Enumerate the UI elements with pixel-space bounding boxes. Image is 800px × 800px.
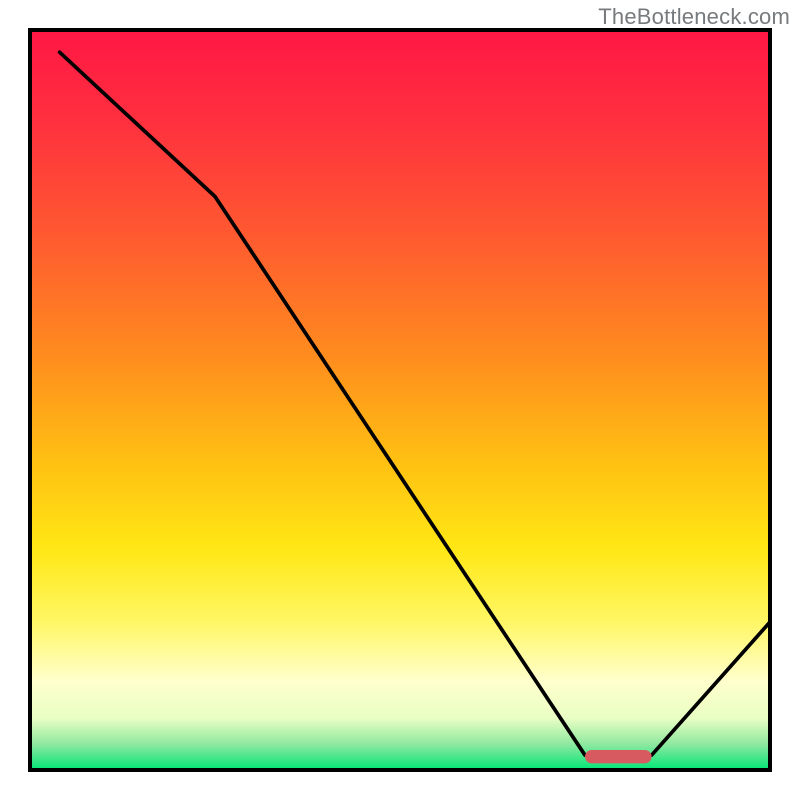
optimum-marker <box>585 750 652 763</box>
bottleneck-chart <box>0 0 800 800</box>
watermark-text: TheBottleneck.com <box>598 4 790 30</box>
plot-background <box>30 30 770 770</box>
